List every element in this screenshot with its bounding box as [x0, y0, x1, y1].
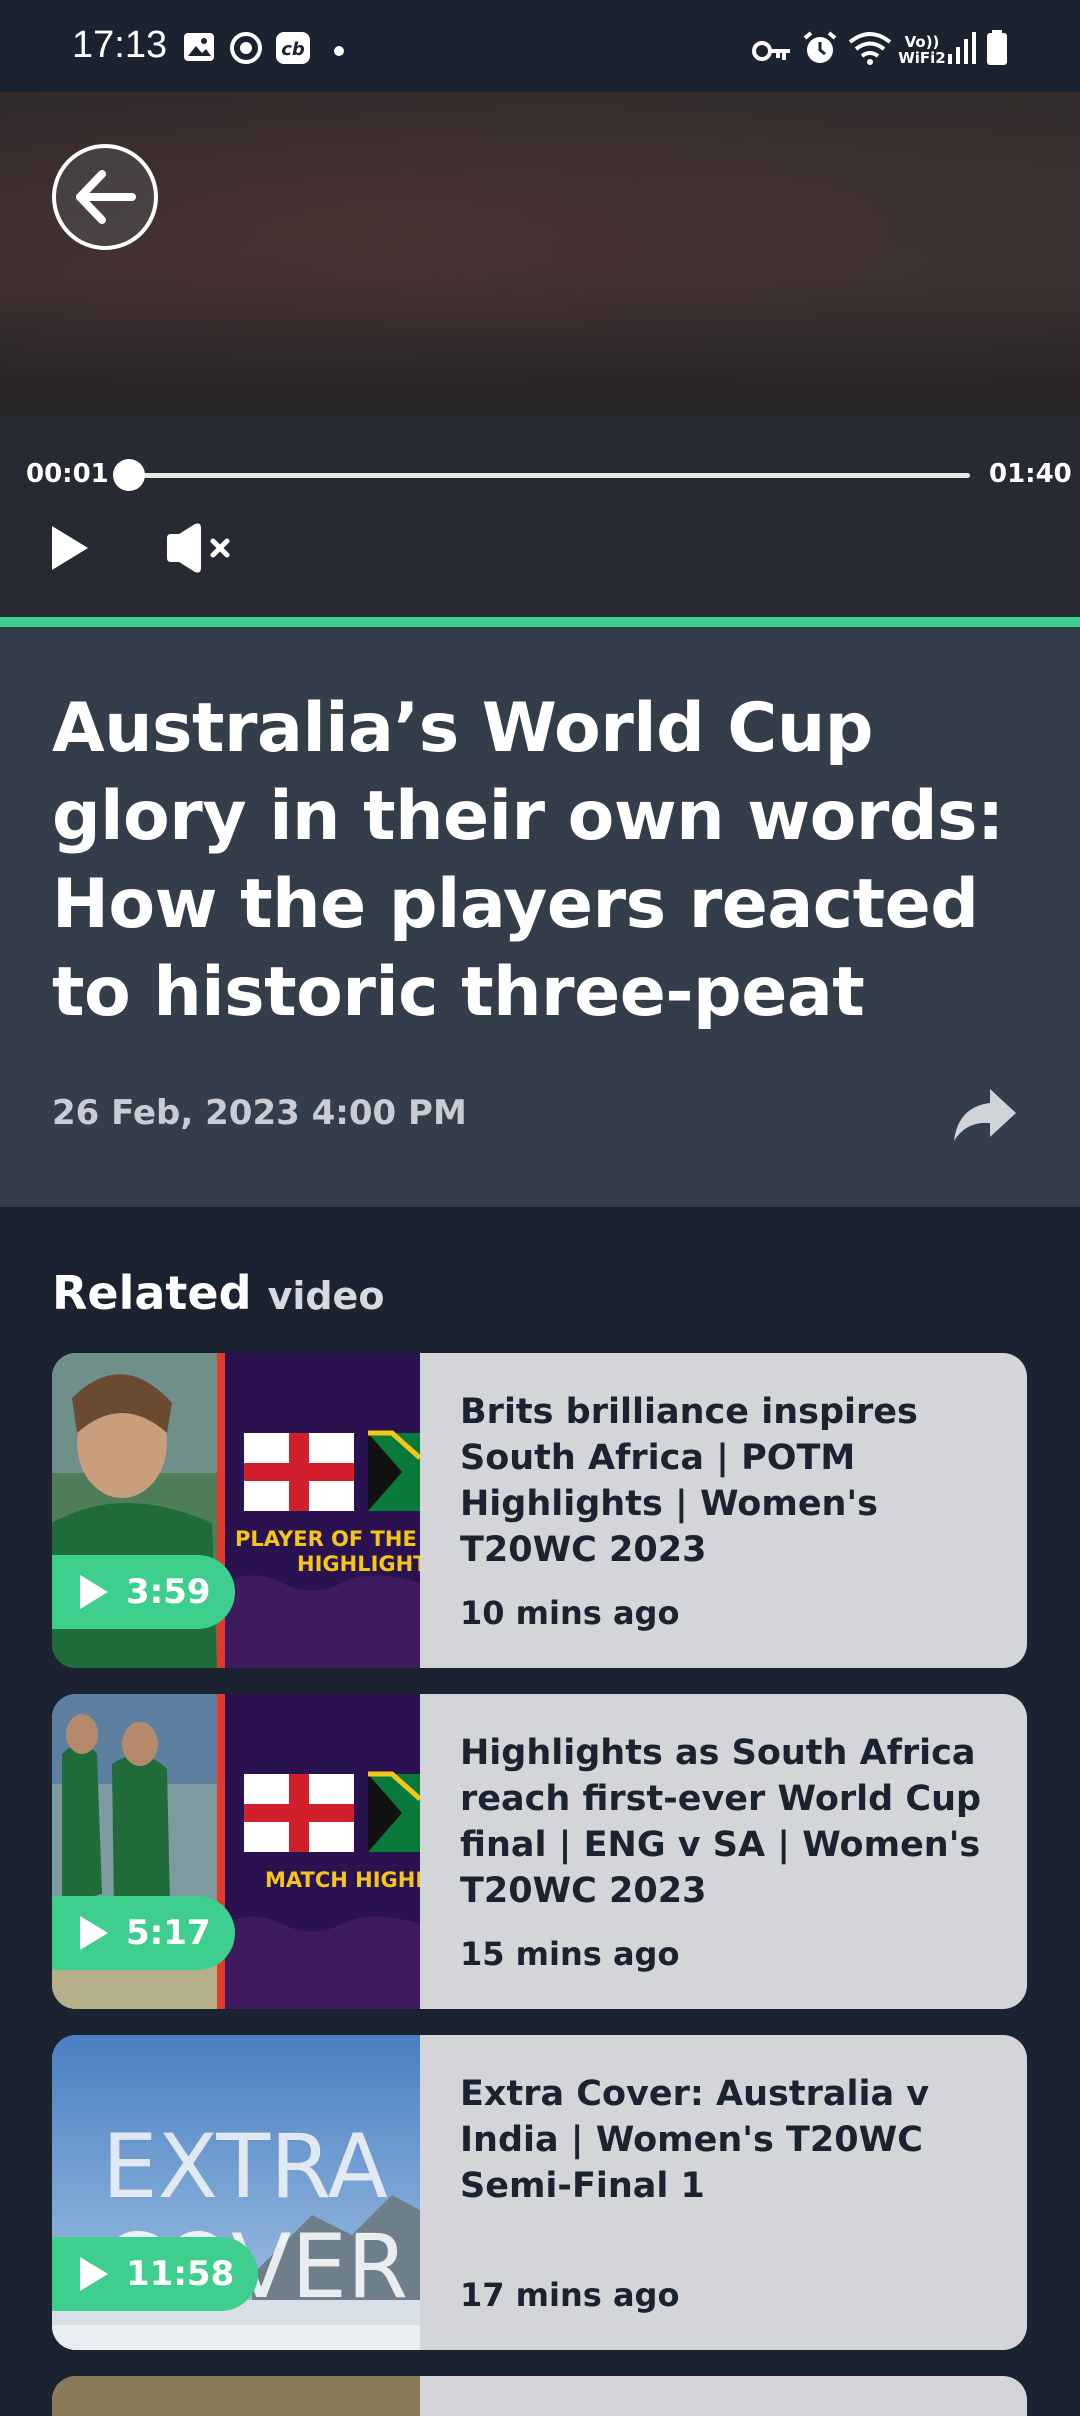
cb-app-icon: cb [276, 32, 310, 64]
wifi-label-top: Vo)) [904, 33, 940, 51]
article-date: 26 Feb, 2023 4:00 PM [52, 1093, 467, 1133]
video-title: Extra Cover: Australia v India | Women's… [460, 2074, 930, 2206]
accent-divider [0, 617, 1080, 627]
thumb-text-1: EXTRA [102, 2115, 388, 2218]
duration-label: 5:17 [126, 1913, 211, 1953]
video-frame [0, 92, 1080, 417]
status-time: 17:13 [72, 24, 168, 66]
mute-button[interactable] [163, 522, 233, 574]
key-icon [752, 41, 790, 61]
seek-handle[interactable] [112, 459, 145, 491]
play-icon [80, 1575, 108, 1609]
battery-icon [987, 30, 1007, 65]
seek-bar[interactable] [120, 473, 970, 478]
video-player[interactable]: 00:01 01:40 [0, 92, 1080, 617]
video-title: Brits brilliance inspires South Africa |… [460, 1392, 918, 1570]
duration-label: 3:59 [126, 1572, 211, 1612]
svg-text:cb: cb [281, 39, 305, 60]
video-time: 15 mins ago [460, 1935, 680, 1973]
thumb-text-1: PLAYER OF THE [235, 1527, 417, 1551]
related-heading: Related video [52, 1266, 384, 1320]
back-button[interactable] [52, 144, 158, 250]
total-duration: 01:40 [989, 459, 1072, 489]
video-time: 10 mins ago [460, 1594, 680, 1632]
video-time: 17 mins ago [460, 2276, 680, 2314]
article-header: Australia’s World Cup glory in their own… [0, 627, 1080, 1207]
alarm-icon [803, 31, 837, 63]
related-video-card-partial[interactable] [52, 2376, 1027, 2416]
share-icon[interactable] [952, 1087, 1018, 1143]
arrow-left-icon [76, 170, 136, 224]
related-heading-label: Related [52, 1266, 252, 1320]
play-icon [80, 2257, 108, 2291]
current-time: 00:01 [26, 459, 109, 489]
video-thumbnail [52, 2376, 420, 2416]
wifi-calling-label: Vo)) WiFi2 [898, 34, 946, 66]
play-icon [80, 1916, 108, 1950]
article-title: Australia’s World Cup glory in their own… [52, 689, 1004, 1032]
related-video-card[interactable]: PLAYER OF THE HIGHLIGHT 3:59 Brits brill… [52, 1353, 1027, 1668]
related-video-card[interactable]: MATCH HIGHLI 5:17 Highlights as South Af… [52, 1694, 1027, 2009]
wifi-icon [848, 32, 892, 65]
dot-icon [334, 46, 344, 56]
video-title: Highlights as South Africa reach first-e… [460, 1733, 982, 1911]
thumb-text-1: MATCH HIGHLI [265, 1868, 420, 1892]
thumb-text-2: HIGHLIGHT [297, 1552, 420, 1576]
related-video-card[interactable]: EXTRA COVER 11:58 Extra Cover: Australia… [52, 2035, 1027, 2350]
duration-badge: 11:58 [52, 2237, 259, 2311]
duration-badge: 5:17 [52, 1896, 235, 1970]
sync-icon [230, 32, 262, 64]
gallery-icon [184, 33, 214, 61]
status-bar: 17:13 cb Vo)) WiFi2 [0, 0, 1080, 92]
wifi-label-bottom: WiFi2 [898, 49, 946, 67]
duration-badge: 3:59 [52, 1555, 235, 1629]
player-controls [0, 417, 1080, 617]
duration-label: 11:58 [126, 2254, 235, 2294]
related-heading-sub: video [267, 1274, 385, 1318]
play-button[interactable] [50, 524, 90, 572]
signal-icon [948, 32, 976, 64]
